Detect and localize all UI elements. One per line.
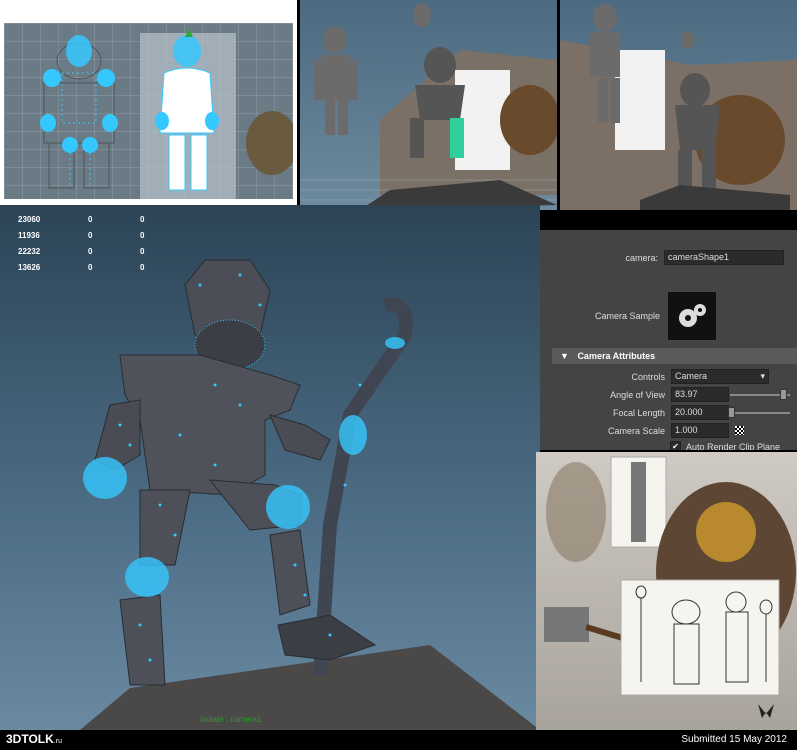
right-hand-joint [339, 415, 367, 455]
perspective-view-1[interactable] [300, 0, 557, 210]
main-viewport[interactable]: 23060 0 0 11936 0 0 22232 0 0 13626 0 0 Isolate … [0, 205, 540, 730]
left-knee-joint [125, 557, 169, 597]
reference-sheet-2 [615, 50, 665, 150]
right-boot [277, 614, 377, 661]
ortho-viewport[interactable] [4, 23, 297, 199]
camera-scale-row: Camera Scale 1.000 [600, 423, 744, 438]
angle-of-view-slider-handle[interactable] [780, 389, 787, 400]
viewport-camera-label: Isolate : camera1 [200, 715, 262, 724]
right-knee-joint [266, 485, 310, 529]
camera-name-field[interactable]: cameraShape1 [664, 250, 784, 265]
submitted-date: Submitted 15 May 2012 [681, 734, 787, 745]
camera-name-row: camera: cameraShape1 [600, 250, 784, 265]
character-lineup-sheet [620, 579, 780, 696]
character-model [80, 259, 540, 730]
hammer-head [544, 607, 589, 642]
camera-scale-field[interactable]: 1.000 [671, 423, 729, 438]
left-shin [119, 594, 166, 686]
gear-icon [679, 304, 706, 327]
right-shin [269, 529, 311, 616]
warhammer-logo [758, 704, 774, 718]
camera-attributes-header[interactable]: ▼ Camera Attributes [552, 348, 797, 364]
focal-length-slider[interactable] [730, 412, 790, 414]
footer-bar: 3DTOLK.ru Submitted 15 May 2012 [0, 730, 797, 750]
concept-art-panel [536, 452, 797, 730]
staff-tip-joint [385, 337, 405, 349]
dwarf-helmet [696, 502, 756, 562]
sheet-silhouette [631, 462, 646, 542]
perspective-drawing-2 [560, 4, 797, 210]
camera-sample-row: Camera Sample [580, 292, 716, 340]
concept-art [544, 456, 796, 718]
focal-length-row: Focal Length 20.000 [600, 405, 729, 420]
triangle-down-icon: ▼ [560, 351, 569, 361]
left-hand-joint [83, 457, 127, 499]
site-logo[interactable]: 3DTOLK.ru [6, 732, 62, 746]
camera-sample-swatch[interactable] [668, 292, 716, 340]
right-arm [269, 414, 331, 461]
angle-of-view-row: Angle of View 83.97 [600, 387, 729, 402]
left-thigh [139, 489, 191, 566]
ortho-views-panel [0, 0, 297, 205]
attribute-editor: camera: cameraShape1 Camera Sample ▼ Cam… [540, 230, 797, 450]
torso [119, 354, 301, 496]
checker-map-icon[interactable] [735, 426, 744, 435]
auto-render-clip-row: ✔ Auto Render Clip Plane [670, 441, 780, 450]
controls-row: Controls Camera ▾ [600, 369, 769, 384]
perspective-drawing-1 [300, 3, 557, 210]
chevron-down-icon: ▾ [760, 371, 765, 381]
ortho-drawing [40, 29, 297, 199]
dwarf-sketch [546, 462, 606, 562]
focal-length-field[interactable]: 20.000 [671, 405, 729, 420]
dwarf-concept-thumb [246, 111, 297, 175]
focal-length-slider-handle[interactable] [728, 407, 735, 418]
auto-render-clip-checkbox[interactable]: ✔ [670, 441, 681, 450]
angle-of-view-field[interactable]: 83.97 [671, 387, 729, 402]
front-mesh [40, 35, 118, 188]
controls-dropdown[interactable]: Camera ▾ [671, 369, 769, 384]
perspective-view-2[interactable] [560, 0, 797, 210]
